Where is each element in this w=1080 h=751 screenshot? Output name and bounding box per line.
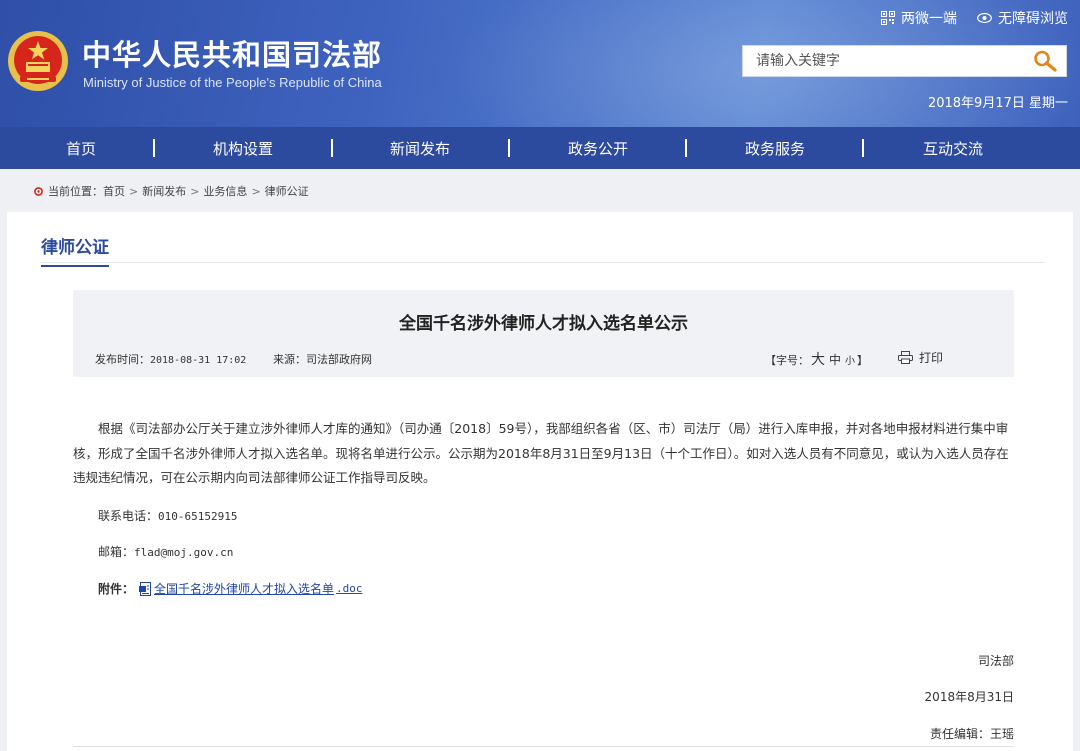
search-box [742,45,1067,77]
top-link-mobile[interactable]: 两微一端 [881,8,957,28]
content-panel: 律师公证 全国千名涉外律师人才拟入选名单公示 发布时间：2018-08-31 1… [7,212,1073,751]
attachment-ext: .doc [336,582,363,595]
main-nav: 首页 机构设置 新闻发布 政务公开 政务服务 互动交流 [0,127,1080,169]
nav-item-interaction[interactable]: 互动交流 [864,127,1042,169]
top-link-label: 无障碍浏览 [998,11,1068,27]
source-label: 来源： [273,353,306,366]
breadcrumb-item-news[interactable]: 新闻发布 [142,183,186,199]
attachment-link[interactable]: 全国千名涉外律师人才拟入选名单 .doc [139,580,363,597]
phone-label: 联系电话： [98,509,159,523]
search-button[interactable] [1032,50,1060,74]
print-label: 打印 [919,351,944,365]
breadcrumb-item-business[interactable]: 业务信息 [203,183,247,199]
footer-divider [73,746,1014,747]
breadcrumb-item-lawyer[interactable]: 律师公证 [265,183,309,199]
article-body: 根据《司法部办公厅关于建立涉外律师人才库的通知》（司办通〔2018〕59号），我… [73,421,1009,485]
location-icon [34,186,43,196]
source-value: 司法部政府网 [306,353,372,366]
breadcrumb-item-home[interactable]: 首页 [103,183,125,199]
top-link-accessibility[interactable]: 无障碍浏览 [977,8,1068,28]
nav-item-news[interactable]: 新闻发布 [331,127,509,169]
breadcrumb-separator: > [251,184,261,198]
publish-time-label: 发布时间： [95,353,150,366]
editor-name: 王瑶 [989,727,1014,741]
breadcrumb-label: 当前位置： [48,185,103,198]
contact-phone: 联系电话：010-65152915 [98,507,238,524]
article-title: 全国千名涉外律师人才拟入选名单公示 [399,314,688,334]
publish-time: 发布时间：2018-08-31 17:02 [95,351,246,367]
attachment-label: 附件： [98,582,135,596]
top-link-label: 两微一端 [901,11,957,27]
email-label: 邮箱： [98,545,135,559]
site-title: 中华人民共和国司法部 [82,38,383,72]
top-links: 两微一端 无障碍浏览 [881,8,1068,28]
site-subtitle: Ministry of Justice of the People's Repu… [83,75,382,90]
font-size-switcher: 【字号： 大 中 小 】 [765,349,868,369]
nav-item-home[interactable]: 首页 [0,127,170,169]
nav-item-government-affairs[interactable]: 政务公开 [509,127,687,169]
font-size-close: 】 [857,354,869,367]
search-input[interactable] [743,46,1023,76]
nav-item-organization[interactable]: 机构设置 [154,127,332,169]
article-source: 来源：司法部政府网 [273,351,372,367]
editor-label: 责任编辑： [929,727,990,741]
national-emblem-icon [8,31,68,91]
qrcode-icon [881,11,895,25]
sign-date: 2018年8月31日 [924,690,1014,704]
search-icon [1034,50,1057,72]
breadcrumb-separator: > [190,184,200,198]
breadcrumb-separator: > [129,184,139,198]
site-header: 中华人民共和国司法部 Ministry of Justice of the Pe… [0,0,1080,127]
phone-value: 010-65152915 [158,510,238,523]
printer-icon [898,351,913,364]
doc-file-icon [139,581,152,596]
publish-time-value: 2018-08-31 17:02 [150,355,247,366]
print-button[interactable]: 打印 [898,349,943,366]
email-value: flad@moj.gov.cn [134,546,234,559]
section-divider [41,262,1045,263]
font-size-small[interactable]: 小 [845,352,855,367]
eye-icon [977,12,992,24]
signer: 司法部 [977,654,1014,668]
current-date: 2018年9月17日 星期一 [927,96,1068,111]
attachment: 附件： 全国千名涉外律师人才拟入选名单 .doc [98,580,363,597]
attachment-name: 全国千名涉外律师人才拟入选名单 [154,582,335,596]
font-size-label: 【字号： [765,354,809,367]
font-size-large[interactable]: 大 [811,349,825,369]
nav-item-services[interactable]: 政务服务 [686,127,864,169]
font-size-medium[interactable]: 中 [829,351,841,368]
responsible-editor: 责任编辑：王瑶 [930,725,1014,742]
article-header: 全国千名涉外律师人才拟入选名单公示 发布时间：2018-08-31 17:02 … [73,290,1014,377]
contact-email: 邮箱：flad@moj.gov.cn [98,543,233,560]
breadcrumb: 当前位置： 首页 > 新闻发布 > 业务信息 > 律师公证 [34,183,309,199]
